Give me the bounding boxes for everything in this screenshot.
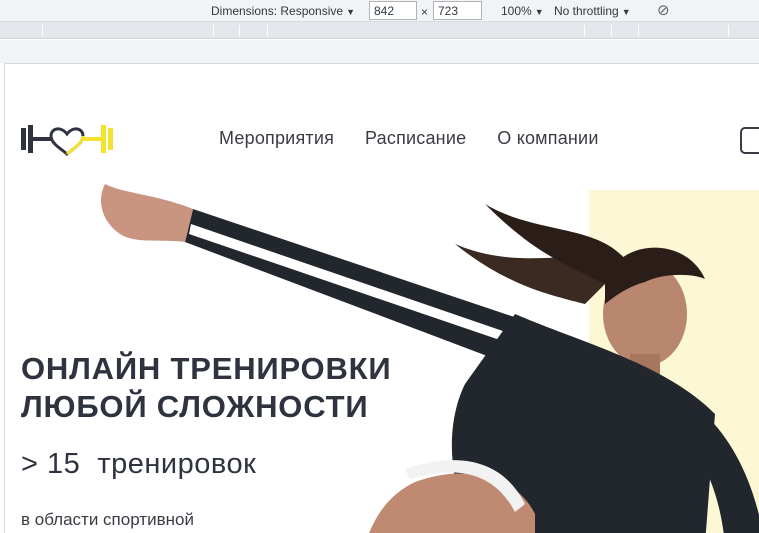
dimensions-label: Dimensions: Responsive [211, 4, 344, 18]
emulated-page: Мероприятия Расписание О компании ОНЛАЙН… [4, 63, 759, 533]
ruler-tick [42, 25, 43, 36]
nav-link-schedule[interactable]: Расписание [365, 128, 466, 149]
hero-workout-count: > 15 тренировок [21, 448, 257, 480]
throttling-label: No throttling [554, 4, 619, 18]
zoom-dropdown[interactable]: 100% ▼ [501, 4, 544, 18]
times-sign: × [421, 5, 429, 19]
height-input[interactable] [433, 1, 482, 20]
throttling-dropdown[interactable]: No throttling ▼ [554, 4, 631, 18]
dimensions-dropdown[interactable]: Dimensions: Responsive ▼ [211, 4, 355, 18]
nav-link-about[interactable]: О компании [497, 128, 598, 149]
devtools-device-toolbar: Dimensions: Responsive▼ × 100%▼ No throt… [0, 0, 759, 22]
viewport-gap [0, 40, 759, 63]
rotate-icon[interactable]: ⊘ [657, 1, 670, 19]
ruler-tick [584, 25, 585, 36]
header-action-button[interactable] [740, 127, 759, 154]
chevron-down-icon: ▼ [346, 7, 355, 17]
hero-title: ОНЛАЙН ТРЕНИРОВКИ ЛЮБОЙ СЛОЖНОСТИ [21, 350, 391, 426]
zoom-label: 100% [501, 4, 532, 18]
width-input[interactable] [369, 1, 417, 20]
hero-title-line-2: ЛЮБОЙ СЛОЖНОСТИ [21, 389, 369, 424]
ruler-tick [638, 25, 639, 36]
ruler-tick [239, 25, 240, 36]
media-query-ruler [0, 22, 759, 39]
ruler-tick [267, 25, 268, 36]
hero-description: в области спортивной [21, 510, 194, 529]
ruler-tick [213, 25, 214, 36]
chevron-down-icon: ▼ [534, 7, 544, 17]
main-nav: Мероприятия Расписание О компании [219, 128, 599, 149]
dumbbell-heart-icon[interactable] [19, 122, 119, 156]
nav-link-events[interactable]: Мероприятия [219, 128, 334, 149]
ruler-tick [728, 25, 729, 36]
ruler-tick [611, 25, 612, 36]
chevron-down-icon: ▼ [621, 7, 631, 17]
hero-title-line-1: ОНЛАЙН ТРЕНИРОВКИ [21, 351, 392, 386]
